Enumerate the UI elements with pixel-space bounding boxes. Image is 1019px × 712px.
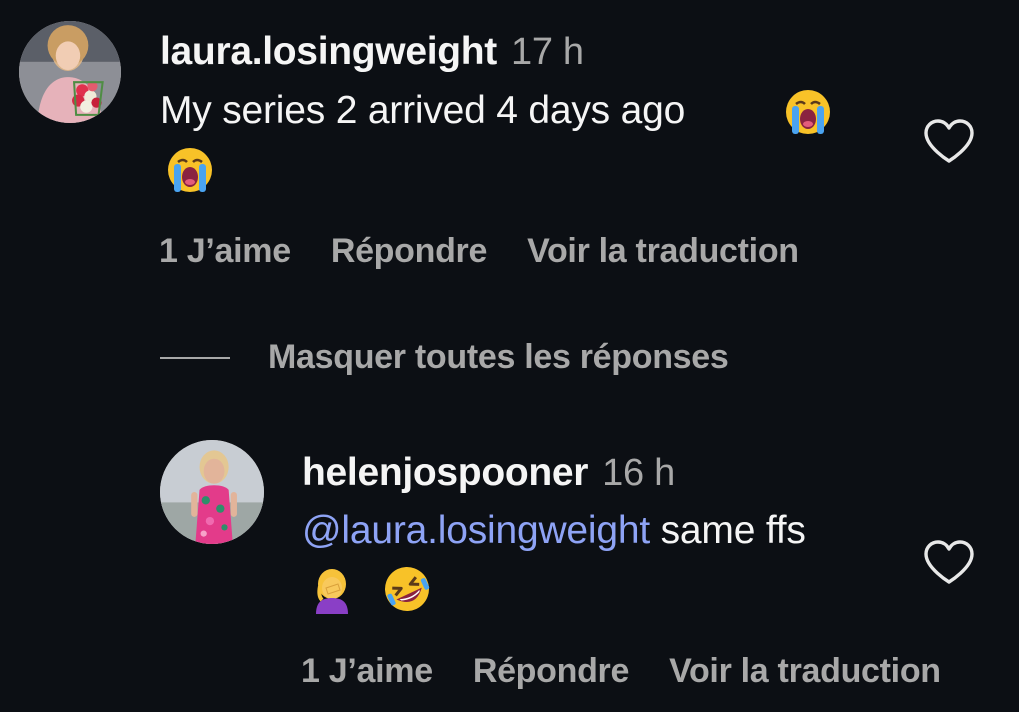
loudly-crying-face-icon [166, 146, 214, 194]
comment-2-body: same ffs [649, 509, 806, 552]
hide-replies-label: Masquer toutes les réponses [268, 338, 729, 376]
comment-2-time: 16 h [602, 452, 675, 494]
comment-1-actions: 1 J’aime Répondre Voir la traduction [159, 232, 799, 271]
comment-2-likes-count[interactable]: 1 J’aime [301, 652, 433, 691]
loudly-crying-face-icon [784, 88, 832, 136]
comment-2-like-heart-icon[interactable] [922, 538, 976, 586]
comment-2-reply-button[interactable]: Répondre [473, 652, 630, 691]
avatar-laura[interactable] [19, 21, 121, 123]
avatar-helen[interactable] [160, 440, 264, 544]
comment-1-likes-count[interactable]: 1 J’aime [159, 232, 291, 271]
comments-thread: laura.losingweight 17 h My series 2 arriv… [0, 0, 1019, 712]
woman-facepalming-icon [308, 566, 356, 614]
comment-2-mention[interactable]: @laura.losingweight [302, 509, 650, 552]
comment-2-actions: 1 J’aime Répondre Voir la traduction [301, 652, 941, 691]
comment-1-text: My series 2 arrived 4 days ago [160, 89, 686, 132]
comment-1-time: 17 h [510, 31, 584, 73]
rolling-on-floor-laughing-icon [382, 564, 432, 614]
avatar-helen-image [160, 440, 264, 544]
avatar-laura-image [19, 21, 121, 123]
comment-1-username[interactable]: laura.losingweight [160, 30, 497, 73]
comment-2-text: @laura.losingweight same ffs [302, 509, 806, 553]
hide-replies-toggle[interactable]: Masquer toutes les réponses [160, 338, 729, 377]
comment-1-translate-button[interactable]: Voir la traduction [527, 232, 799, 271]
comment-1-header: laura.losingweight 17 h [160, 30, 584, 74]
comment-2-username[interactable]: helenjospooner [302, 451, 588, 494]
comment-1-like-heart-icon[interactable] [922, 117, 976, 165]
comment-2-translate-button[interactable]: Voir la traduction [669, 652, 941, 691]
comment-1-reply-button[interactable]: Répondre [331, 232, 488, 271]
comment-2-header: helenjospooner 16 h [302, 451, 675, 495]
divider-line [160, 356, 230, 359]
